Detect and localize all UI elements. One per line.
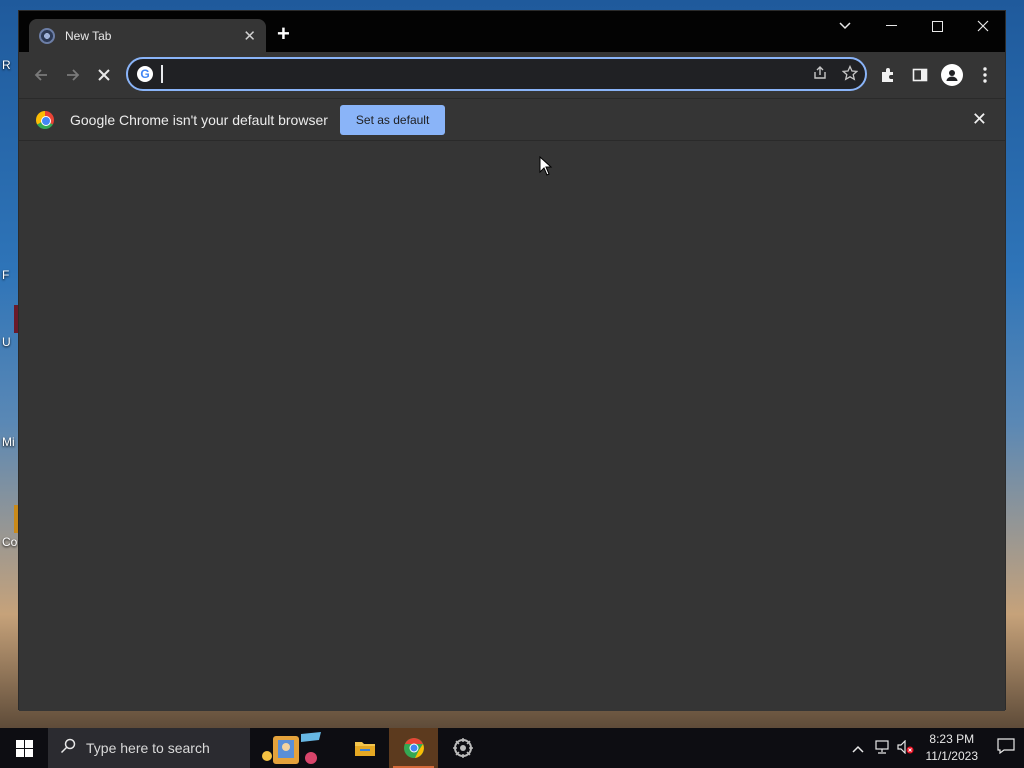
share-icon[interactable] (805, 65, 835, 84)
menu-kebab-icon[interactable] (974, 64, 996, 86)
chrome-logo-icon (36, 110, 54, 129)
notification-center-icon[interactable] (988, 738, 1024, 758)
minimize-button[interactable] (868, 11, 914, 41)
taskbar-chrome[interactable] (389, 728, 438, 768)
tab-favicon-icon (39, 27, 55, 44)
taskbar-search[interactable]: Type here to search (48, 728, 250, 768)
page-content[interactable] (19, 142, 1005, 711)
browser-window: New Tab ✕ + G Google Chrome isn't your d… (18, 10, 1006, 711)
taskbar-file-explorer[interactable] (340, 728, 389, 768)
taskbar-app-settings[interactable] (438, 728, 487, 768)
google-g-icon: G (137, 66, 153, 82)
infobar-close-icon[interactable]: ✕ (972, 109, 987, 130)
tab-title: New Tab (65, 28, 112, 43)
clock-date: 11/1/2023 (925, 749, 979, 763)
search-icon (60, 738, 76, 759)
extensions-puzzle-icon[interactable] (877, 64, 899, 86)
back-button[interactable] (30, 64, 52, 86)
profile-avatar-icon[interactable] (941, 64, 963, 86)
omnibox-input[interactable] (161, 65, 805, 83)
desktop-app-icon (0, 405, 18, 433)
volume-muted-icon[interactable] (894, 739, 918, 757)
new-tab-button[interactable]: + (277, 23, 290, 45)
tab-strip: New Tab ✕ + (19, 11, 1005, 52)
network-icon[interactable] (870, 739, 894, 757)
default-browser-infobar: Google Chrome isn't your default browser… (19, 98, 1005, 141)
clock-time: 8:23 PM (929, 732, 975, 746)
maximize-button[interactable] (914, 11, 960, 41)
search-placeholder: Type here to search (86, 740, 210, 756)
infobar-message: Google Chrome isn't your default browser (70, 111, 328, 128)
system-tray: 8:23 PM 11/1/2023 (846, 731, 1024, 765)
taskbar: Type here to search 8:23 PM 11/1/2023 (0, 728, 1024, 768)
tab-search-chevron-icon[interactable] (822, 11, 868, 41)
windows-logo-icon (15, 739, 33, 757)
desktop-app-icon (0, 238, 18, 266)
side-panel-icon[interactable] (909, 64, 931, 86)
tab-new-tab[interactable]: New Tab ✕ (29, 19, 266, 52)
bookmark-star-icon[interactable] (835, 64, 865, 84)
show-hidden-icons-chevron-icon[interactable] (846, 741, 870, 756)
browser-toolbar: G (19, 52, 1005, 98)
forward-button[interactable] (62, 64, 84, 86)
address-bar[interactable]: G (126, 57, 867, 91)
tab-close-icon[interactable]: ✕ (243, 27, 256, 45)
taskbar-widgets-icon[interactable] (250, 728, 340, 768)
stop-loading-button[interactable] (93, 64, 115, 86)
close-window-button[interactable] (960, 11, 1006, 41)
taskbar-clock[interactable]: 8:23 PM 11/1/2023 (926, 731, 979, 765)
set-as-default-button[interactable]: Set as default (339, 104, 446, 135)
start-button[interactable] (0, 728, 48, 768)
